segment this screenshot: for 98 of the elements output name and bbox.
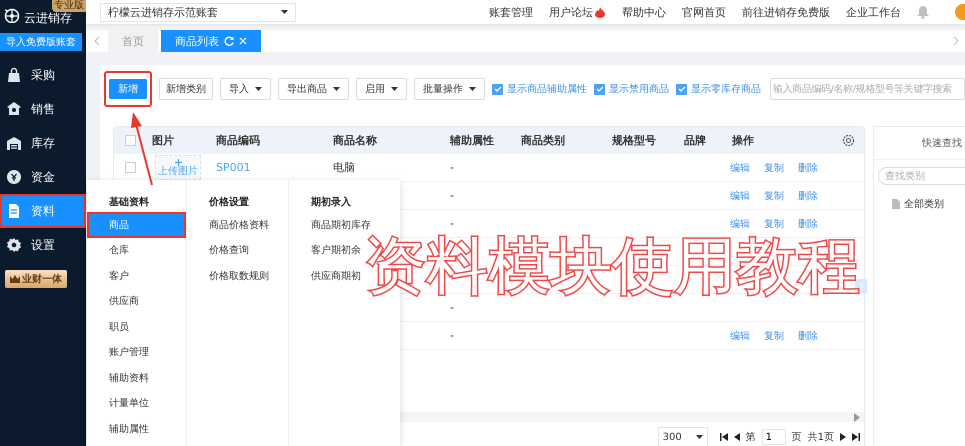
nav-item[interactable]: 销售: [0, 92, 86, 126]
checkbox[interactable]: [124, 162, 136, 173]
chevron-right-icon: [858, 282, 864, 290]
top-nav-link[interactable]: 官网首页: [682, 4, 726, 20]
panel-title: 快速查找: [922, 136, 962, 150]
top-nav-link[interactable]: 企业工作台: [846, 4, 901, 20]
dropdown-button[interactable]: 批量操作: [414, 78, 485, 100]
menu-item[interactable]: 客户: [87, 263, 131, 288]
menu-item[interactable]: 价格取数规则: [187, 263, 271, 288]
next-page-icon[interactable]: [840, 433, 846, 441]
menu-heading: 价格设置: [208, 196, 250, 210]
table-cell-text: 电脑: [332, 160, 356, 175]
tutorial-caption: 资料模块使用教程: [364, 229, 860, 304]
column-header: 商品类别: [520, 133, 566, 148]
top-nav-link[interactable]: 帮助中心: [622, 4, 666, 20]
caret-icon: [281, 10, 288, 14]
menu-item[interactable]: 辅助资料: [87, 365, 151, 390]
document-icon: [6, 203, 22, 219]
caret-icon: [391, 87, 398, 91]
menu-item[interactable]: 辅助属性: [87, 416, 151, 442]
column-header: 商品编码: [215, 133, 261, 148]
page-label: 页: [792, 431, 802, 444]
refresh-icon: [224, 36, 234, 46]
page-label: 第: [746, 431, 756, 444]
account-select[interactable]: 柠檬云进销存示范账套: [100, 2, 296, 22]
checkbox[interactable]: [124, 135, 136, 146]
column-header: 品牌: [683, 133, 707, 148]
dropdown-button[interactable]: 启用: [356, 78, 407, 100]
search-field[interactable]: 输入商品编码/名称/规格型号等关键字搜索: [770, 78, 965, 100]
caret-icon: [333, 87, 340, 91]
menu-heading: 期初录入: [310, 195, 352, 210]
first-page-icon[interactable]: [720, 433, 728, 441]
checkbox-label: 显示禁用商品: [609, 82, 669, 96]
column-header: 规格型号: [610, 133, 657, 148]
prev-page-icon[interactable]: [734, 433, 740, 441]
menu-item[interactable]: 账户管理: [87, 340, 151, 365]
tree-item[interactable]: 全部类别: [904, 197, 944, 211]
hot-flame-icon: [594, 6, 606, 18]
menu-item[interactable]: 仓库: [87, 238, 131, 263]
app-logo-text: 云进销存: [24, 10, 72, 26]
promo-button[interactable]: 业财一体: [5, 270, 67, 288]
table-cell-text: -: [449, 301, 455, 314]
menu-item[interactable]: 职员: [87, 314, 131, 340]
search-field[interactable]: 查找类别: [878, 167, 965, 185]
checkbox[interactable]: [594, 84, 605, 94]
checkbox[interactable]: [676, 84, 687, 94]
table-cell-text: -: [449, 329, 455, 342]
menu-item[interactable]: 价格查询: [187, 238, 251, 263]
caret-icon: [469, 87, 476, 91]
coin-icon: [6, 169, 22, 185]
plus-icon: [174, 158, 182, 166]
gear-icon: [6, 237, 22, 253]
scroll-right-icon: [854, 412, 860, 422]
checkbox[interactable]: [492, 84, 503, 94]
page-input[interactable]: 1: [762, 429, 786, 445]
house-icon: [6, 101, 22, 117]
page-total: 共1页: [808, 430, 834, 444]
bell-icon[interactable]: [917, 5, 929, 19]
column-header: 商品名称: [332, 133, 378, 148]
top-nav-link[interactable]: 前往进销存免费版: [742, 4, 830, 20]
toolbar-button[interactable]: 新增类别: [159, 78, 213, 100]
top-nav-link[interactable]: 用户论坛: [549, 4, 606, 20]
chevron-right-icon[interactable]: [953, 36, 959, 46]
last-page-icon[interactable]: [852, 433, 860, 441]
nav-item[interactable]: 设置: [0, 228, 86, 262]
column-header: 图片: [151, 133, 175, 148]
column-header: 操作: [730, 133, 755, 148]
nav-item[interactable]: 采购: [0, 58, 86, 92]
table-cell-text: -: [449, 189, 455, 202]
menu-item[interactable]: 商品价格资料: [187, 212, 271, 238]
avatar[interactable]: [955, 4, 965, 20]
settings-icon[interactable]: [842, 134, 855, 147]
caret-icon: [255, 87, 262, 91]
checkbox-label: 显示商品辅助属性: [507, 82, 587, 96]
table-cell-text: -: [449, 161, 455, 174]
caret-icon: [696, 435, 703, 439]
nav-item[interactable]: 资金: [0, 160, 86, 194]
menu-heading: 基础资料: [108, 196, 150, 210]
menu-item[interactable]: 客户期初余: [289, 238, 363, 263]
page-size-select[interactable]: 300: [658, 427, 708, 446]
menu-item[interactable]: 供应商期初: [289, 263, 363, 288]
checkbox-label: 显示零库存商品: [691, 82, 761, 96]
nav-item[interactable]: 库存: [0, 126, 86, 160]
warehouse-icon: [6, 135, 22, 151]
chevron-left-icon[interactable]: [94, 36, 100, 46]
crown-icon: [10, 275, 20, 283]
column-header: 辅助属性: [448, 133, 495, 148]
table-cell-text: -: [449, 217, 455, 230]
menu-item[interactable]: 供应商: [87, 288, 141, 314]
dropdown-button[interactable]: 导入: [220, 78, 271, 100]
dropdown-button[interactable]: 导出商品: [278, 78, 349, 100]
top-nav-link[interactable]: 账套管理: [489, 4, 533, 20]
bag-icon: [6, 67, 22, 83]
edition-badge: 专业版: [52, 0, 86, 12]
flower-logo-icon: [3, 7, 21, 23]
close-icon: [239, 37, 247, 45]
menu-item[interactable]: 计量单位: [87, 390, 151, 416]
file-icon: [892, 199, 900, 209]
